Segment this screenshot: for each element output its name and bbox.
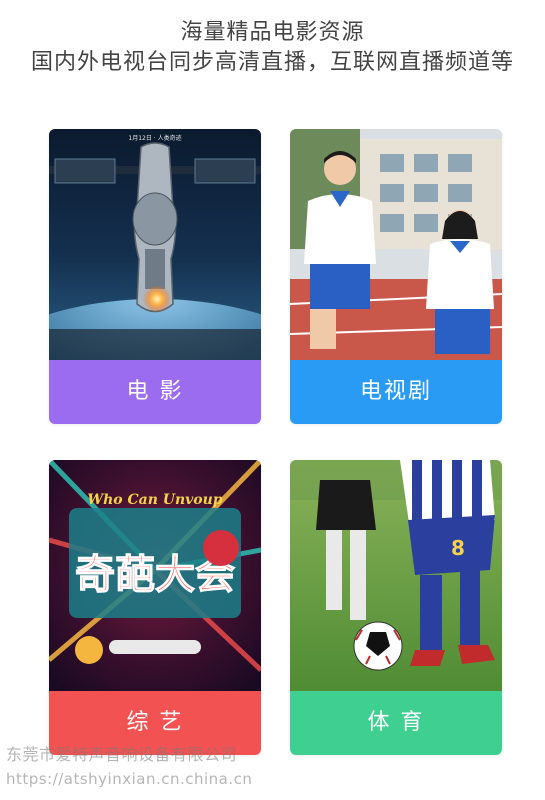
jersey-number: 8 [451,536,465,560]
category-card-sports[interactable]: 8 体 育 [290,460,502,755]
category-card-tv-drama[interactable]: 电视剧 [290,129,502,424]
watermark-url: https://atshyinxian.cn.china.cn [6,770,253,788]
tv-drama-label: 电视剧 [290,360,502,424]
variety-poster-tagline: Who Can Unvoup [87,492,222,508]
sports-label: 体 育 [290,691,502,755]
movie-poster-caption: 1月12日 · 人类奇迹 [128,134,181,142]
watermark-company: 东莞市爱特声音响设备有限公司 [6,745,238,764]
movie-label: 电 影 [49,360,261,424]
subheadline: 国内外电视台同步高清直播，互联网直播频道等 [30,50,514,75]
movie-poster-image: 1月12日 · 人类奇迹 [49,129,261,360]
category-card-variety[interactable]: Who Can Unvoup 奇葩大会 综 艺 [49,460,261,755]
sports-image: 8 [290,460,502,691]
variety-poster-image: Who Can Unvoup 奇葩大会 [49,460,261,691]
headline: 海量精品电影资源 [180,20,365,45]
tv-drama-image [290,129,502,360]
header: 海量精品电影资源 国内外电视台同步高清直播，互联网直播频道等 [0,18,545,78]
page: 海量精品电影资源 国内外电视台同步高清直播，互联网直播频道等 1月12日 · 人… [0,0,545,800]
category-card-movie[interactable]: 1月12日 · 人类奇迹 电 影 [49,129,261,424]
